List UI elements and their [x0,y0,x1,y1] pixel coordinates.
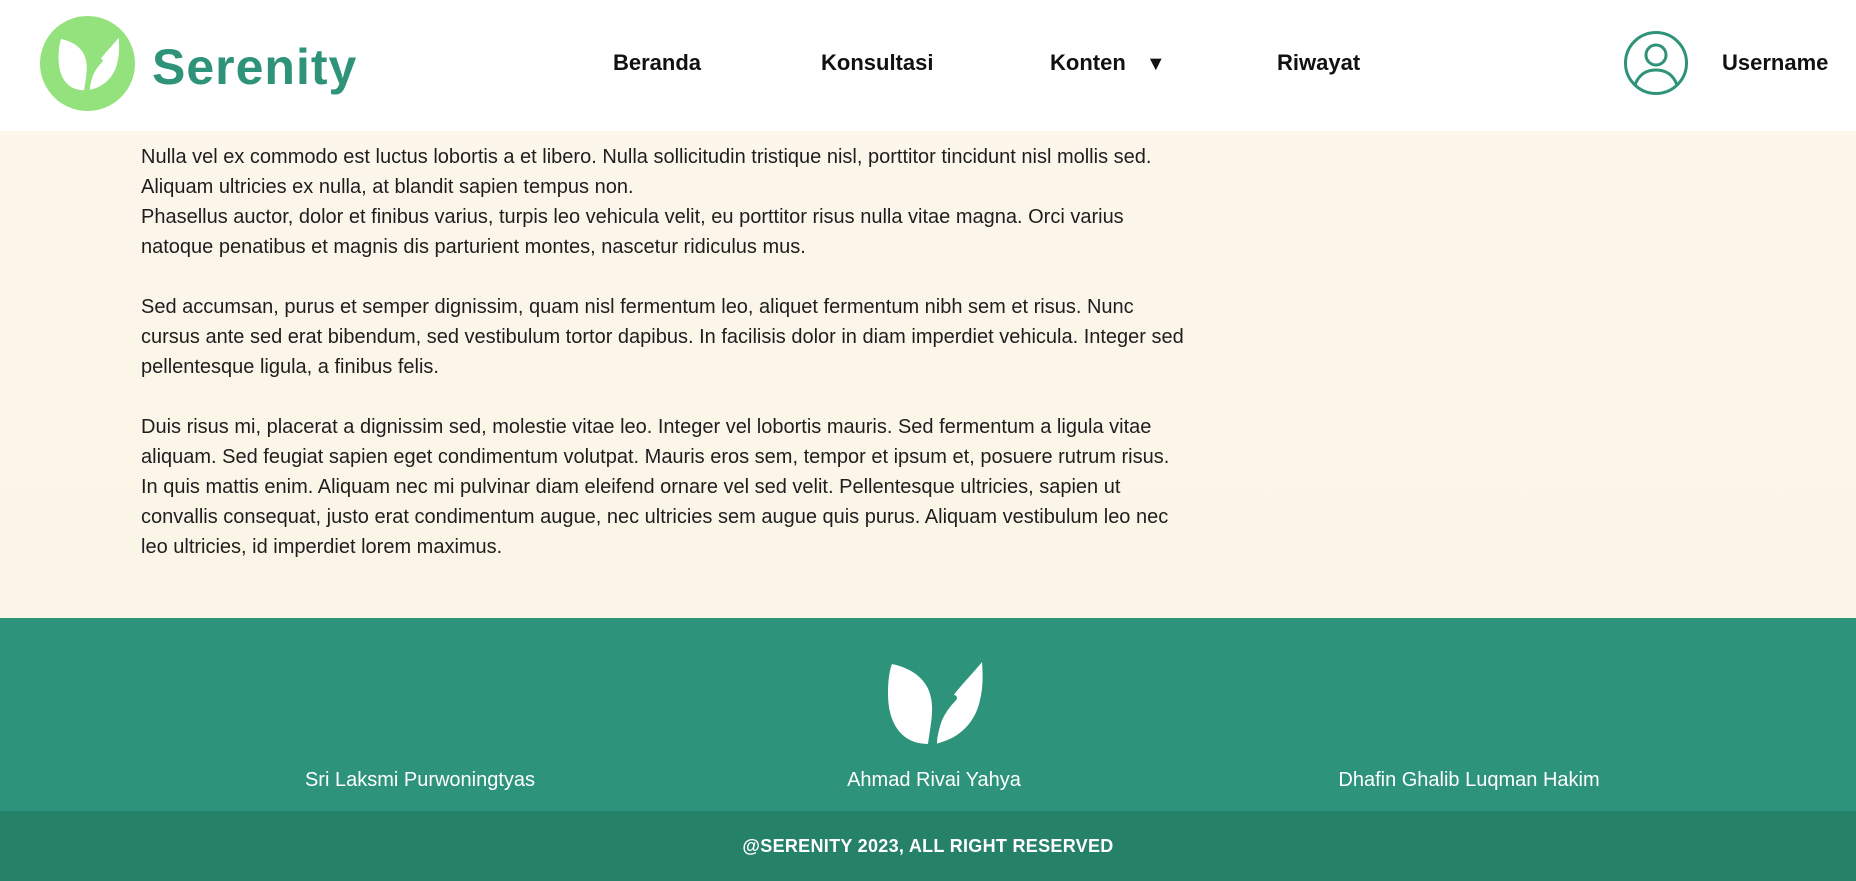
article-paragraph-text: Phasellus auctor, dolor et finibus variu… [141,206,1124,258]
footer: Sri Laksmi Purwoningtyas Ahmad Rivai Yah… [0,618,1856,811]
nav-riwayat[interactable]: Riwayat [1277,50,1360,76]
leaf-icon [58,37,119,92]
article-paragraph: Duis risus mi, placerat a dignissim sed,… [141,416,1170,558]
leaf-icon [888,662,983,746]
article-paragraph: Nulla vel ex commodo est luctus lobortis… [141,142,1191,262]
article-paragraph: Sed accumsan, purus et semper dignissim,… [141,296,1184,378]
article-paragraph-text: Nulla vel ex commodo est luctus lobortis… [141,146,1152,198]
footer-member-name: Dhafin Ghalib Luqman Hakim [1338,769,1600,791]
nav-konten-label: Konten [1050,50,1126,75]
logo[interactable] [40,16,135,111]
username-link[interactable]: Username [1722,50,1828,76]
copyright-bar: @SERENITY 2023, ALL RIGHT RESERVED [0,811,1856,881]
footer-member-name: Ahmad Rivai Yahya [847,769,1021,791]
nav-beranda[interactable]: Beranda [613,50,701,76]
article-body: Nulla vel ex commodo est luctus lobortis… [141,104,1191,592]
top-navbar: Serenity Beranda Konsultasi Konten ▼ Riw… [0,0,1856,131]
caret-down-icon: ▼ [1145,53,1166,75]
nav-konten-dropdown[interactable]: Konten ▼ [1050,50,1166,76]
user-circle-icon[interactable] [1623,30,1689,96]
brand-name[interactable]: Serenity [152,38,357,96]
copyright-text: @SERENITY 2023, ALL RIGHT RESERVED [742,835,1114,856]
nav-konsultasi[interactable]: Konsultasi [821,50,933,76]
footer-member-name: Sri Laksmi Purwoningtyas [304,769,536,791]
